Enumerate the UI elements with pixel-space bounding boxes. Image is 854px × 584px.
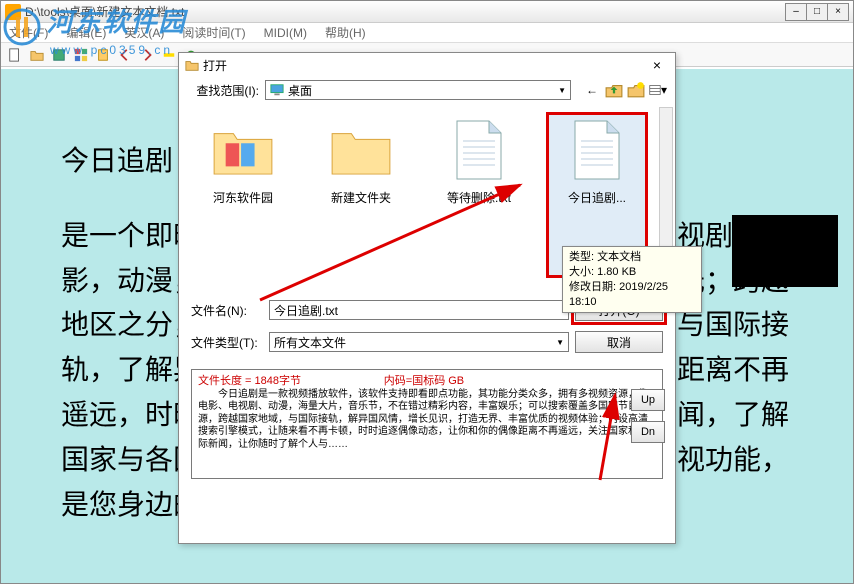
look-in-label: 查找范围(I): — [187, 82, 259, 99]
dn-button[interactable]: Dn — [631, 421, 665, 443]
preview-encoding: 内码=国标码 GB — [384, 375, 464, 387]
tool-new-icon[interactable] — [5, 45, 25, 65]
preview-length: 文件长度 = 1848字节 — [198, 375, 301, 387]
look-in-value: 桌面 — [288, 82, 312, 99]
chevron-down-icon: ▼ — [558, 86, 566, 95]
back-icon[interactable]: ← — [583, 81, 601, 99]
close-button[interactable]: × — [827, 3, 849, 21]
tool-next-icon[interactable] — [137, 45, 157, 65]
look-in-row: 查找范围(I): 桌面 ▼ ← ▾ — [179, 77, 675, 103]
tooltip-modified: 修改日期: 2019/2/25 18:10 — [569, 280, 695, 310]
filetype-value: 所有文本文件 — [274, 334, 346, 351]
nav-icons: ← ▾ — [583, 81, 667, 99]
filetype-label: 文件类型(T): — [191, 334, 263, 351]
dialog-title-bar: 打开 × — [179, 53, 675, 77]
dialog-close-button[interactable]: × — [645, 55, 669, 75]
file-label: 河东软件园 — [213, 189, 273, 206]
tool-color-icon[interactable] — [71, 45, 91, 65]
preview-body: 今日追剧是一款视频播放软件，该软件支持即看即点功能，其功能分类众多，拥有多视频资… — [198, 389, 656, 452]
chevron-down-icon: ▼ — [556, 338, 564, 347]
menu-midi[interactable]: MIDI(M) — [260, 26, 311, 40]
file-label: 新建文件夹 — [331, 189, 391, 206]
maximize-button[interactable]: □ — [806, 3, 828, 21]
filetype-combo[interactable]: 所有文本文件 ▼ — [269, 332, 569, 352]
file-item-txt[interactable]: 等待删除.txt — [429, 113, 529, 277]
tooltip-size: 大小: 1.80 KB — [569, 265, 695, 280]
window-title: D:\tools\桌面\新建文本文档.txt — [25, 3, 786, 20]
file-label: 今日追剧... — [568, 189, 626, 206]
desktop-icon — [270, 83, 284, 97]
tooltip-type: 类型: 文本文档 — [569, 250, 695, 265]
window-controls: – □ × — [786, 3, 849, 21]
dialog-title: 打开 — [203, 57, 645, 74]
side-buttons: Up Dn — [631, 389, 665, 443]
menu-file[interactable]: 文件(F) — [5, 24, 52, 41]
tool-prev-icon[interactable] — [115, 45, 135, 65]
filename-label: 文件名(N): — [191, 302, 263, 319]
file-item-folder[interactable]: 新建文件夹 — [311, 113, 411, 277]
folder-icon — [330, 124, 392, 176]
menu-help[interactable]: 帮助(H) — [321, 24, 370, 41]
folder-icon — [212, 124, 274, 176]
dialog-icon — [185, 58, 199, 72]
filetype-row: 文件类型(T): 所有文本文件 ▼ 取消 — [179, 329, 675, 355]
tool-highlight-icon[interactable] — [159, 45, 179, 65]
up-folder-icon[interactable] — [605, 81, 623, 99]
txt-icon — [453, 119, 505, 181]
title-bar: D:\tools\桌面\新建文本文档.txt – □ × — [1, 1, 853, 23]
txt-icon — [571, 119, 623, 181]
new-folder-icon[interactable] — [627, 81, 645, 99]
minimize-button[interactable]: – — [785, 3, 807, 21]
file-tooltip: 类型: 文本文档 大小: 1.80 KB 修改日期: 2019/2/25 18:… — [562, 246, 702, 313]
selection-highlight — [732, 215, 838, 287]
view-menu-icon[interactable]: ▾ — [649, 81, 667, 99]
filename-input[interactable] — [269, 300, 569, 320]
menu-dict[interactable]: 英汉(A) — [120, 24, 168, 41]
cancel-button[interactable]: 取消 — [575, 331, 663, 353]
tool-bookmark-icon[interactable] — [93, 45, 113, 65]
menu-edit[interactable]: 编辑(E) — [62, 24, 110, 41]
tool-save-icon[interactable] — [49, 45, 69, 65]
file-label: 等待删除.txt — [447, 189, 511, 206]
menu-readtime[interactable]: 阅读时间(T) — [178, 24, 249, 41]
menu-bar: 文件(F) 编辑(E) 英汉(A) 阅读时间(T) MIDI(M) 帮助(H) — [1, 23, 853, 43]
app-icon — [5, 4, 21, 20]
tool-open-icon[interactable] — [27, 45, 47, 65]
preview-pane: 文件长度 = 1848字节 内码=国标码 GB 今日追剧是一款视频播放软件，该软… — [191, 369, 663, 479]
up-button[interactable]: Up — [631, 389, 665, 411]
file-item-folder-photos[interactable]: 河东软件园 — [193, 113, 293, 277]
look-in-combo[interactable]: 桌面 ▼ — [265, 80, 571, 100]
